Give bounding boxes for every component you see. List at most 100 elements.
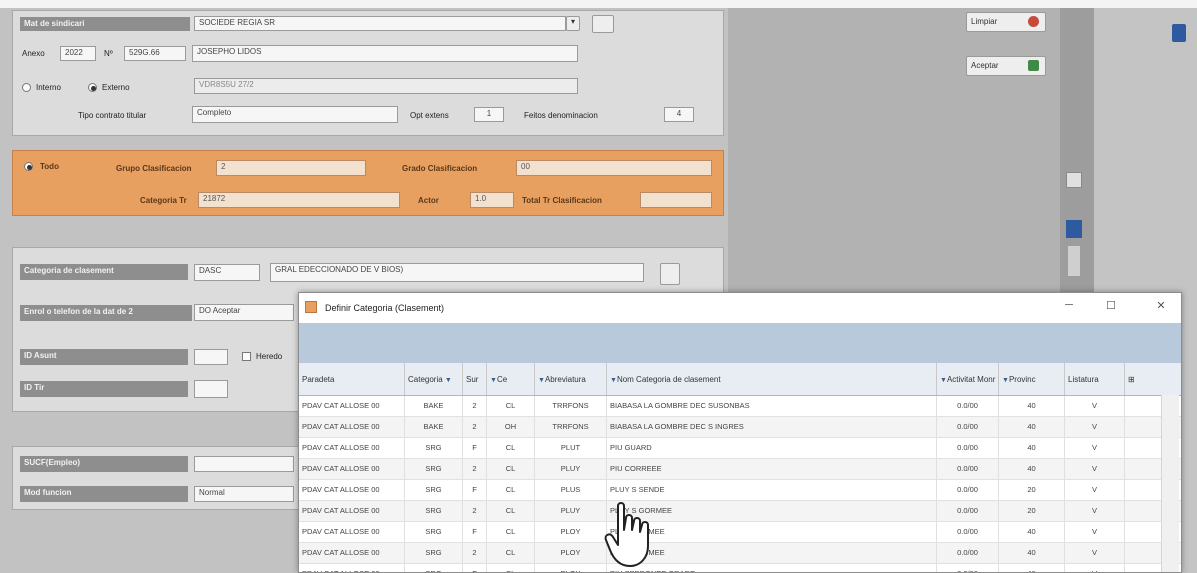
grid-body: PDAV CAT ALLOSE 00 BAKE 2 CL TRRFONS BIABASA … bbox=[299, 396, 1181, 572]
table-cell: PDAV CAT ALLOSE 00 bbox=[299, 501, 405, 521]
tipo-contrato-label: Tipo contrato titular bbox=[78, 111, 147, 120]
table-cell: CL bbox=[487, 543, 535, 563]
table-cell: 40 bbox=[999, 522, 1065, 542]
col-sur[interactable]: Sur bbox=[463, 363, 487, 395]
categoria-tr-field[interactable]: 21872 bbox=[198, 192, 400, 208]
close-icon[interactable]: ✕ bbox=[1151, 299, 1171, 315]
externo-reference-field: VDR8S5U 27/2 bbox=[194, 78, 578, 94]
mod-funcion-label: Mod funcion bbox=[20, 486, 188, 502]
grado-clasificacion-field[interactable]: 00 bbox=[516, 160, 712, 176]
accept-icon bbox=[1028, 60, 1039, 71]
dialog-app-icon bbox=[305, 301, 317, 313]
table-cell: TRRFONS bbox=[535, 396, 607, 416]
anexo-name-field[interactable]: JOSEPHO LIDOS bbox=[192, 45, 578, 62]
sindicato-dropdown-button[interactable]: ▾ bbox=[566, 16, 580, 31]
filter-icon[interactable]: ▼ bbox=[538, 377, 545, 384]
col-listatura[interactable]: Listatura bbox=[1065, 363, 1125, 395]
table-cell: PLUY bbox=[535, 501, 607, 521]
table-row[interactable]: PDAV CAT ALLOSE 00SRGFCLPLOYPIU SPBRONEE… bbox=[299, 564, 1181, 572]
grid-vertical-scrollbar[interactable] bbox=[1161, 395, 1179, 572]
col-provinc[interactable]: ▼Provinc bbox=[999, 363, 1065, 395]
table-cell: OH bbox=[487, 417, 535, 437]
table-cell: 40 bbox=[999, 438, 1065, 458]
table-cell: PIU CORREEE bbox=[607, 459, 937, 479]
anexo-year-field[interactable]: 2022 bbox=[60, 46, 96, 61]
id-asunt-field[interactable] bbox=[194, 349, 228, 365]
filter-icon[interactable]: ▼ bbox=[445, 377, 452, 384]
table-row[interactable]: PDAV CAT ALLOSE 00SRG2CLPLOYPLUS CORMEE0… bbox=[299, 543, 1181, 564]
filter-icon[interactable]: ▼ bbox=[490, 377, 497, 384]
opt-extens-field[interactable]: 1 bbox=[474, 107, 504, 122]
table-cell: 40 bbox=[999, 543, 1065, 563]
toolbar-icon-a[interactable] bbox=[1066, 172, 1082, 188]
heredo-checkbox[interactable] bbox=[242, 352, 251, 361]
toolbar-icon-b[interactable] bbox=[1066, 220, 1082, 238]
limpiar-button[interactable]: Limpiar bbox=[966, 12, 1046, 32]
table-cell: TRRFONS bbox=[535, 417, 607, 437]
maximize-icon[interactable]: ☐ bbox=[1101, 299, 1121, 315]
todo-radio[interactable] bbox=[24, 162, 33, 171]
externo-radio[interactable] bbox=[88, 83, 97, 92]
table-cell: PDAV CAT ALLOSE 00 bbox=[299, 438, 405, 458]
col-activitat[interactable]: ▼Activitat Monr bbox=[937, 363, 999, 395]
table-row[interactable]: PDAV CAT ALLOSE 00 SRG F CL PLUS PLUY S SENDE… bbox=[299, 480, 1181, 501]
interno-radio[interactable] bbox=[22, 83, 31, 92]
col-nom-categoria[interactable]: ▼Nom Categoria de clasement bbox=[607, 363, 937, 395]
sucf-field[interactable] bbox=[194, 456, 294, 472]
table-cell: SRG bbox=[405, 564, 463, 572]
toolbar-icon-c[interactable] bbox=[1068, 246, 1080, 276]
sindicato-lookup-button[interactable] bbox=[592, 15, 614, 33]
chevron-down-icon: ▾ bbox=[570, 17, 575, 26]
table-cell: CL bbox=[487, 522, 535, 542]
table-cell: F bbox=[463, 522, 487, 542]
table-cell: 0.0/00 bbox=[937, 459, 999, 479]
table-row[interactable]: PDAV CAT ALLOSE 00 BAKE 2 OH TRRFONS BIABASA … bbox=[299, 417, 1181, 438]
table-cell: PIU GUARD bbox=[607, 438, 937, 458]
table-cell: 0.0/00 bbox=[937, 417, 999, 437]
limpiar-label: Limpiar bbox=[971, 17, 998, 26]
table-cell: V bbox=[1065, 543, 1125, 563]
col-categoria[interactable]: Categoria ▼ bbox=[405, 363, 463, 395]
table-cell: CL bbox=[487, 396, 535, 416]
table-cell: PLUY S SENDE bbox=[607, 480, 937, 500]
actor-field[interactable]: 1.0 bbox=[470, 192, 514, 208]
mod-funcion-select[interactable]: Normal bbox=[194, 486, 294, 502]
category-grid: Paradeta Categoria ▼ Sur ▼Ce ▼Abreviatur… bbox=[299, 363, 1181, 572]
categoria-code-field[interactable]: DASC bbox=[194, 264, 260, 281]
table-row[interactable]: PDAV CAT ALLOSE 00 SRG 2 CL PLUY PLUY S GORME… bbox=[299, 501, 1181, 522]
far-right-icon[interactable] bbox=[1172, 24, 1186, 42]
table-cell: V bbox=[1065, 564, 1125, 572]
col-paradeta[interactable]: Paradeta bbox=[299, 363, 405, 395]
table-row[interactable]: PDAV CAT ALLOSE 00 SRG 2 CL PLUY PIU CORREEE 0… bbox=[299, 459, 1181, 480]
sucf-label: SUCF(Empleo) bbox=[20, 456, 188, 472]
category-dialog: Definir Categoria (Clasement) ─ ☐ ✕ Para… bbox=[298, 292, 1182, 573]
feitos-field[interactable]: 4 bbox=[664, 107, 694, 122]
table-cell: SRG bbox=[405, 543, 463, 563]
table-row[interactable]: PDAV CAT ALLOSE 00SRGFCLPLOYPLUS CORMEE0… bbox=[299, 522, 1181, 543]
table-row[interactable]: PDAV CAT ALLOSE 00 SRG F CL PLUT PIU GUARD 0.0… bbox=[299, 438, 1181, 459]
externo-label: Externo bbox=[102, 83, 130, 92]
grupo-clasificacion-field[interactable]: 2 bbox=[216, 160, 366, 176]
col-abreviatura[interactable]: ▼Abreviatura bbox=[535, 363, 607, 395]
filter-icon[interactable]: ▼ bbox=[940, 377, 947, 384]
table-cell: CL bbox=[487, 480, 535, 500]
filter-icon[interactable]: ▼ bbox=[610, 377, 617, 384]
dialog-title: Definir Categoria (Clasement) bbox=[325, 303, 445, 313]
total-clasificacion-field[interactable] bbox=[640, 192, 712, 208]
relacion-select[interactable]: DO Aceptar bbox=[194, 304, 294, 321]
pin-icon[interactable]: ⊞ bbox=[1128, 375, 1135, 384]
sindicato-select[interactable]: SOCIEDE REGIA SR bbox=[194, 16, 566, 31]
categoria-lookup-button[interactable] bbox=[660, 263, 680, 285]
tipo-contrato-field[interactable]: Completo bbox=[192, 106, 398, 123]
filter-icon[interactable]: ▼ bbox=[1002, 377, 1009, 384]
minimize-icon[interactable]: ─ bbox=[1059, 299, 1079, 315]
table-cell: PLOY bbox=[535, 564, 607, 572]
aceptar-button[interactable]: Aceptar bbox=[966, 56, 1046, 76]
categoria-clasement-label: Categoria de clasement bbox=[20, 264, 188, 280]
col-ce[interactable]: ▼Ce bbox=[487, 363, 535, 395]
table-row[interactable]: PDAV CAT ALLOSE 00 BAKE 2 CL TRRFONS BIABASA … bbox=[299, 396, 1181, 417]
anexo-code-field[interactable]: 529G.66 bbox=[124, 46, 186, 61]
table-cell: BIABASA LA GOMBRE DEC S INGRES bbox=[607, 417, 937, 437]
id-tir-field[interactable] bbox=[194, 380, 228, 398]
table-cell: PDAV CAT ALLOSE 00 bbox=[299, 543, 405, 563]
